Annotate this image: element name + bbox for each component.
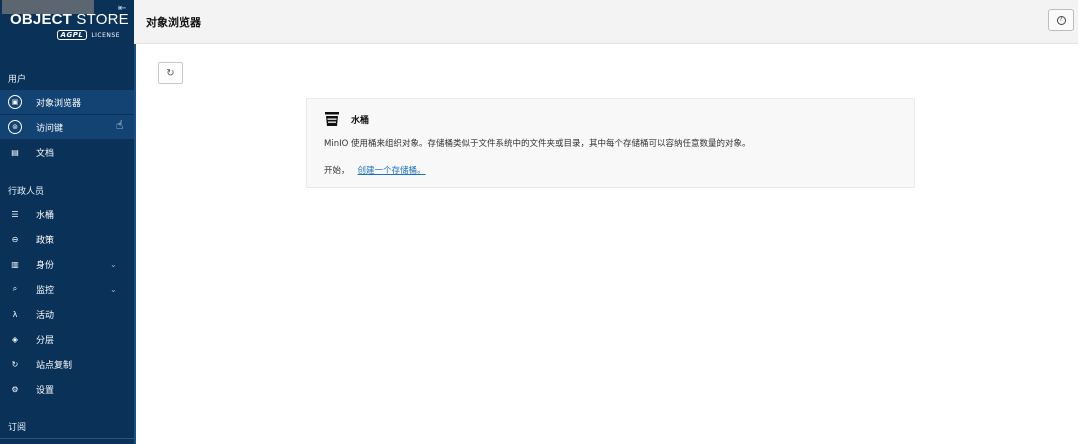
buckets-empty-state-card: 水桶 MinIO 使用桶来组织对象。存储桶类似于文件系统中的文件夹或目录，其中每… <box>306 98 915 188</box>
mouse-pointer-icon: ☝ <box>116 118 124 132</box>
sidebar-item-site-replication[interactable]: ↻ 站点复制 <box>0 352 134 376</box>
refresh-icon: ↻ <box>166 67 175 79</box>
sidebar-item-label: 活动 <box>36 310 55 321</box>
bucket-icon <box>325 112 339 126</box>
sidebar-divider <box>0 438 134 439</box>
sidebar-item-object-browser[interactable]: ▣ 对象浏览器 <box>0 90 134 114</box>
sidebar-item-label: 水桶 <box>36 210 55 221</box>
start-label: 开始， <box>324 166 350 176</box>
section-label-user: 用户 <box>8 75 27 85</box>
main-content: 对象浏览器 ? ↻ 水桶 MinIO 使用桶来组织对象。存储桶类似于文件系统中的… <box>134 0 1080 444</box>
sidebar: OBJECT STORE AGPL LICENSE ⇤ 用户 ▣ 对象浏览器 ⊚… <box>0 0 134 444</box>
redacted-overlay <box>2 0 94 14</box>
sidebar-item-settings[interactable]: ⚙ 设置 <box>0 377 134 401</box>
card-description: MinIO 使用桶来组织对象。存储桶类似于文件系统中的文件夹或目录，其中每个存储… <box>324 139 751 149</box>
documentation-icon: ▤ <box>11 147 19 157</box>
sidebar-item-policies[interactable]: ⊖ 政策 <box>0 227 134 251</box>
sidebar-item-monitoring[interactable]: ⌕ 监控 ⌄ <box>0 277 134 301</box>
events-icon: λ <box>12 309 18 319</box>
refresh-button[interactable]: ↻ <box>158 62 183 84</box>
sidebar-item-tiers[interactable]: ◈ 分层 <box>0 327 134 351</box>
sidebar-item-label: 设置 <box>36 385 55 396</box>
sidebar-item-label: 对象浏览器 <box>36 98 82 109</box>
logo: OBJECT STORE AGPL LICENSE <box>10 12 129 42</box>
section-label-subscription: 订阅 <box>8 423 27 433</box>
sidebar-item-events[interactable]: λ 活动 <box>0 302 134 326</box>
card-title: 水桶 <box>351 116 370 126</box>
sidebar-item-label: 监控 <box>36 285 55 296</box>
object-browser-icon: ▣ <box>8 95 22 109</box>
bucket-icon: ☰ <box>11 209 19 219</box>
collapse-sidebar-icon[interactable]: ⇤ <box>118 3 126 14</box>
sidebar-item-label: 政策 <box>36 235 55 246</box>
access-keys-icon: ⊚ <box>8 120 22 134</box>
page-header: 对象浏览器 ? <box>134 0 1078 44</box>
identity-icon: ▥ <box>11 259 19 269</box>
card-start-line: 开始， 创建一个存储桶。 <box>324 164 426 176</box>
sidebar-item-label: 访问键 <box>36 123 64 134</box>
chevron-down-icon: ⌄ <box>110 284 117 294</box>
sidebar-item-buckets[interactable]: ☰ 水桶 <box>0 202 134 226</box>
sidebar-item-label: 身份 <box>36 260 55 271</box>
sidebar-item-documentation[interactable]: ▤ 文档 <box>0 140 134 164</box>
help-button[interactable]: ? <box>1048 9 1074 31</box>
sidebar-item-label: 站点复制 <box>36 360 73 371</box>
logo-license: LICENSE <box>91 31 120 39</box>
settings-icon: ⚙ <box>11 384 19 394</box>
create-bucket-link[interactable]: 创建一个存储桶。 <box>358 166 426 176</box>
sidebar-item-label: 文档 <box>36 148 55 159</box>
section-label-admin: 行政人员 <box>8 187 45 197</box>
tiers-icon: ◈ <box>11 334 19 344</box>
question-icon: ? <box>1056 15 1066 25</box>
page-title: 对象浏览器 <box>146 16 201 29</box>
app-window: OBJECT STORE AGPL LICENSE ⇤ 用户 ▣ 对象浏览器 ⊚… <box>0 0 1080 444</box>
sidebar-item-label: 分层 <box>36 335 55 346</box>
chevron-down-icon: ⌄ <box>110 259 117 269</box>
logo-agpl-badge: AGPL <box>56 30 88 40</box>
site-replication-icon: ↻ <box>11 359 19 369</box>
monitoring-icon: ⌕ <box>12 284 18 293</box>
sidebar-item-access-keys[interactable]: ⊚ 访问键 <box>0 115 134 139</box>
sidebar-item-identity[interactable]: ▥ 身份 ⌄ <box>0 252 134 276</box>
policies-icon: ⊖ <box>11 234 19 244</box>
